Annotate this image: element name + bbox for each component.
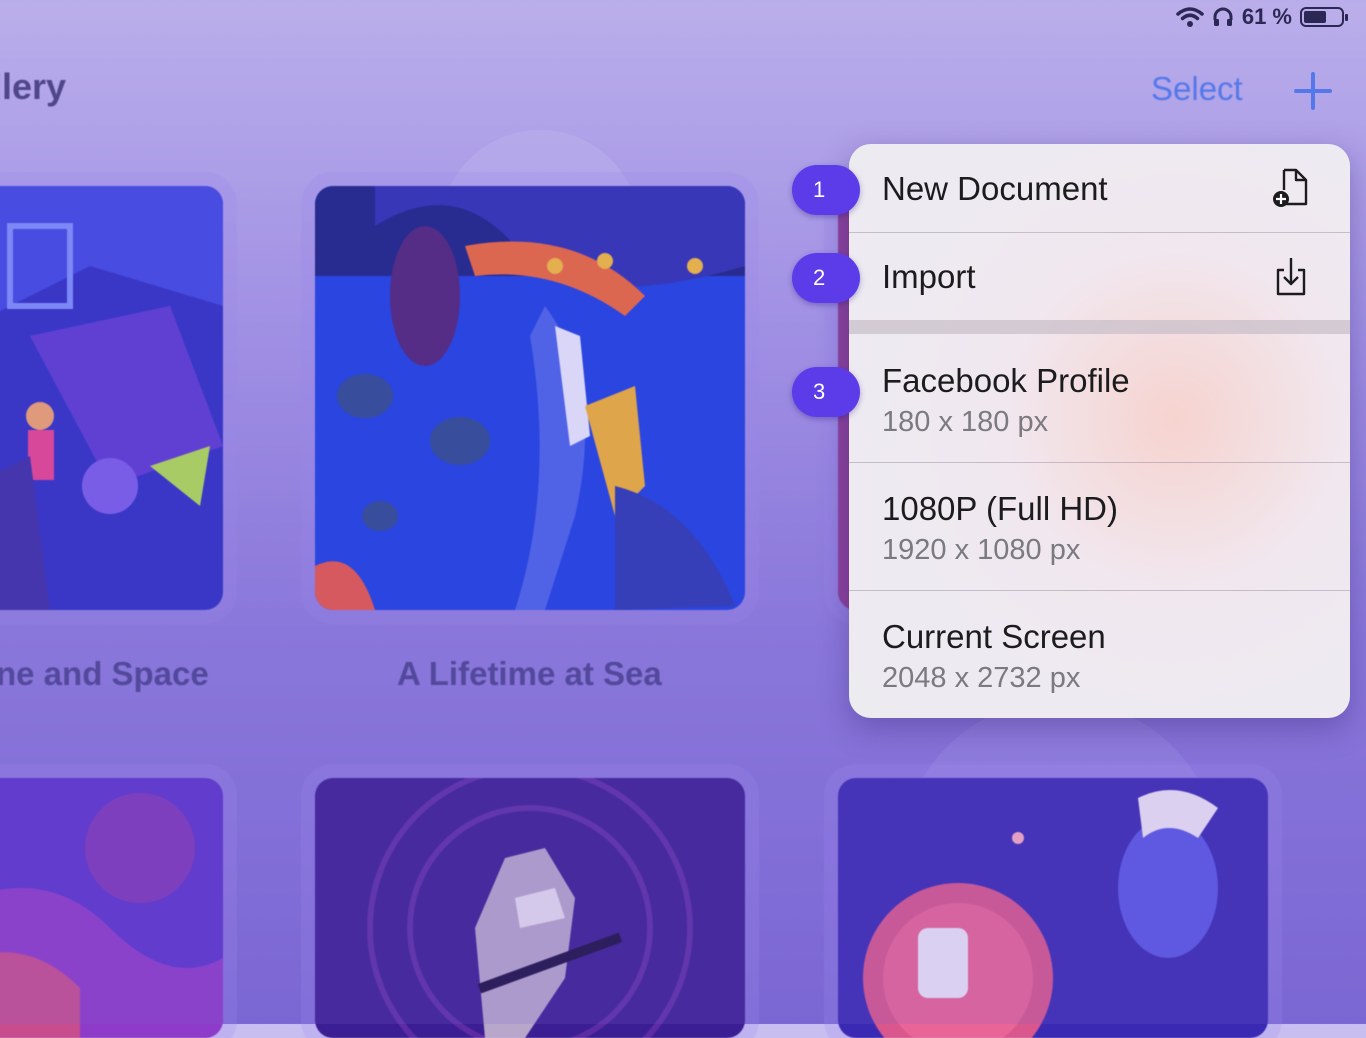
artwork-thumbnail — [0, 778, 223, 1038]
menu-item-facebook-profile[interactable]: Facebook Profile 180 x 180 px — [849, 334, 1350, 463]
wifi-icon — [1176, 7, 1204, 27]
plus-icon[interactable] — [1292, 70, 1334, 112]
artwork-thumbnail — [315, 186, 745, 610]
new-document-icon — [1273, 168, 1308, 207]
artwork-title: A Lifetime at Sea — [397, 655, 662, 692]
menu-item-1080p[interactable]: 1080P (Full HD) 1920 x 1080 px — [849, 462, 1350, 591]
battery-fill — [1304, 11, 1326, 23]
battery-icon — [1300, 7, 1348, 27]
import-icon — [1276, 258, 1306, 296]
artwork-card[interactable] — [838, 778, 1268, 1038]
menu-item-label: Facebook Profile — [882, 362, 1130, 399]
headphones-icon — [1213, 7, 1233, 26]
menu-item-label: Import — [882, 258, 976, 295]
menu-separator — [849, 320, 1350, 334]
select-button[interactable]: Select — [1151, 70, 1243, 108]
menu-item-size: 1920 x 1080 px — [882, 534, 1081, 566]
artwork-thumbnail — [0, 186, 223, 610]
artwork-thumbnail — [315, 778, 745, 1038]
annotation-badge-2: 2 — [792, 253, 860, 303]
menu-item-label: Current Screen — [882, 618, 1106, 655]
menu-item-new-document[interactable]: New Document — [849, 144, 1350, 233]
status-bar: 61 % — [1176, 0, 1366, 34]
annotation-badge-1: 1 — [792, 165, 860, 215]
menu-item-size: 2048 x 2732 px — [882, 662, 1081, 694]
artwork-card[interactable] — [0, 778, 223, 1038]
menu-item-label: New Document — [882, 170, 1108, 207]
artwork-thumbnail — [838, 778, 1268, 1038]
artwork-card[interactable] — [315, 778, 745, 1038]
artwork-card[interactable] — [315, 186, 745, 610]
artwork-title: ne and Space — [0, 655, 209, 692]
menu-item-current-screen[interactable]: Current Screen 2048 x 2732 px — [849, 590, 1350, 718]
menu-item-size: 180 x 180 px — [882, 406, 1049, 438]
artwork-card[interactable] — [0, 186, 223, 610]
menu-item-import[interactable]: Import — [849, 232, 1350, 320]
new-document-menu: New Document Import Facebook Profile 180… — [849, 144, 1350, 718]
page-title: llery — [0, 66, 67, 107]
annotation-badge-3: 3 — [792, 367, 860, 417]
battery-percentage: 61 % — [1241, 4, 1292, 29]
menu-item-label: 1080P (Full HD) — [882, 490, 1118, 527]
